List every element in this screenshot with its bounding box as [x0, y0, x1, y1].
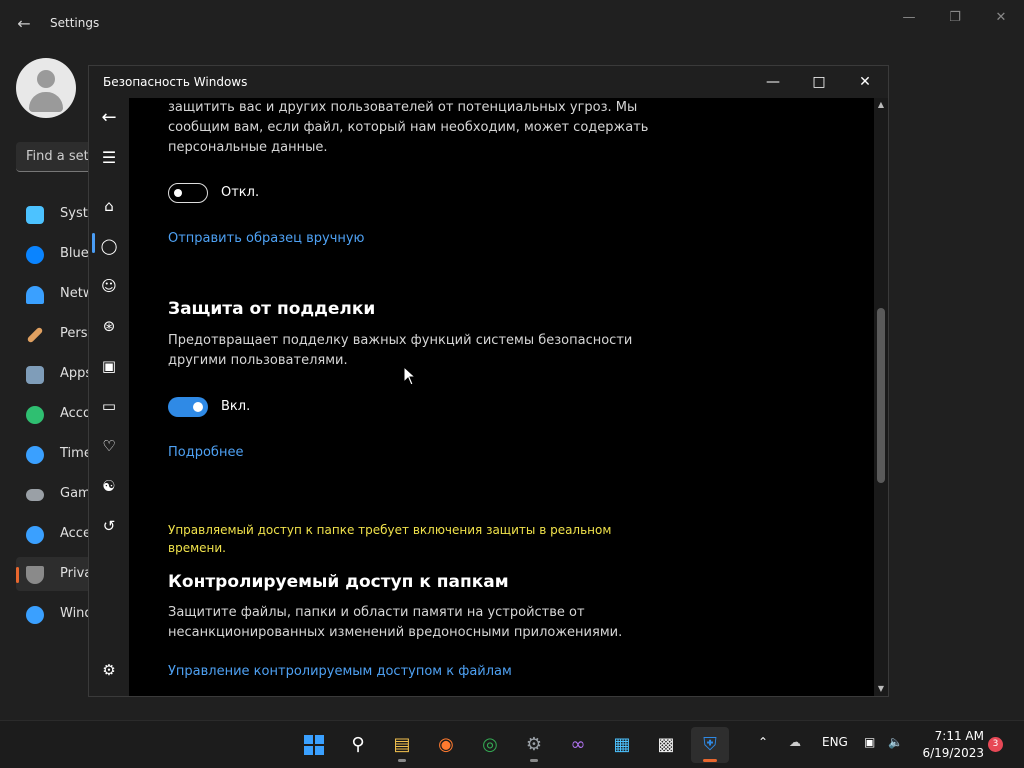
family-options-icon[interactable]: ☯: [97, 474, 121, 498]
store-icon[interactable]: ▩: [647, 727, 685, 763]
clock-time[interactable]: 7:11 AM: [922, 729, 984, 743]
avatar-body-shape: [29, 92, 63, 112]
notepad-icon[interactable]: ▦: [603, 727, 641, 763]
file-explorer-icon[interactable]: ▤: [383, 727, 421, 763]
firewall-network-icon[interactable]: ⊛: [97, 314, 121, 338]
nav-label: Gam: [60, 486, 91, 501]
tamper-toggle-label: Вкл.: [221, 399, 251, 414]
gear-icon[interactable]: ⚙: [97, 658, 121, 682]
windows-security-window: Безопасность Windows — □ ✕ ← ☰ ⌂ ◯ ☺ ⊛ ▣…: [88, 65, 889, 697]
device-health-icon[interactable]: ♡: [97, 434, 121, 458]
scroll-down-icon[interactable]: ▼: [874, 682, 888, 696]
running-indicator: [398, 759, 406, 762]
controlled-folder-access-heading: Контролируемый доступ к папкам: [168, 572, 509, 592]
taskbar: ⚲ ▤ ◉ ◎ ⚙ ∞ ▦ ▩ ⛨ ⌃ ☁ ENG ▣ 🔈 7:11 AM 6/…: [0, 720, 1024, 768]
shield-icon[interactable]: ◯: [97, 234, 121, 258]
home-icon[interactable]: ⌂: [97, 194, 121, 218]
clock-date[interactable]: 6/19/2023: [916, 746, 984, 760]
nav-label: Acco: [60, 406, 91, 421]
accounts-icon: [26, 406, 44, 424]
security-window-title: Безопасность Windows: [103, 75, 248, 89]
windows-logo-icon: [304, 735, 324, 755]
firefox-icon[interactable]: ◉: [427, 727, 465, 763]
back-arrow-icon[interactable]: ←: [14, 14, 34, 34]
scroll-up-icon[interactable]: ▲: [874, 98, 888, 112]
intro-text: защитить вас и других пользователей от п…: [168, 100, 649, 155]
notification-badge[interactable]: 3: [988, 737, 1003, 752]
accessibility-icon: [26, 526, 44, 544]
visual-studio-icon[interactable]: ∞: [559, 727, 597, 763]
personalization-icon: [26, 326, 44, 344]
gaming-icon: [26, 489, 44, 501]
sample-submission-toggle[interactable]: [168, 183, 208, 203]
network-icon: [26, 286, 44, 304]
manage-controlled-access-link[interactable]: Управление контролируемым доступом к фай…: [168, 664, 512, 679]
settings-titlebar: ← Settings — ❐ ✕: [0, 0, 1024, 48]
bluetooth-icon: [26, 246, 44, 264]
controlled-folder-access-description: Защитите файлы, папки и области памяти н…: [168, 605, 623, 640]
language-indicator[interactable]: ENG: [822, 735, 848, 749]
submit-sample-link[interactable]: Отправить образец вручную: [168, 231, 365, 246]
close-icon[interactable]: ✕: [978, 6, 1024, 30]
active-indicator: [92, 233, 95, 253]
security-content: защитить вас и других пользователей от п…: [129, 98, 874, 696]
back-arrow-icon[interactable]: ←: [97, 106, 121, 130]
nav-label: Acce: [60, 526, 91, 541]
chevron-up-icon[interactable]: ⌃: [758, 735, 768, 749]
running-indicator: [530, 759, 538, 762]
sample-toggle-label: Откл.: [221, 185, 260, 200]
windows-update-icon: [26, 606, 44, 624]
nav-label: Blue: [60, 246, 89, 261]
settings-title: Settings: [50, 16, 100, 30]
restore-icon[interactable]: ❐: [932, 6, 978, 30]
search-icon[interactable]: ⚲: [339, 727, 377, 763]
apps-icon: [26, 366, 44, 384]
running-indicator: [703, 759, 717, 762]
minimize-icon[interactable]: —: [750, 66, 796, 98]
time-language-icon: [26, 446, 44, 464]
mouse-cursor-icon: [403, 366, 417, 386]
vertical-scrollbar[interactable]: ▲ ▼: [874, 98, 888, 696]
maximize-icon[interactable]: □: [796, 66, 842, 98]
start-windows-icon[interactable]: [295, 727, 333, 763]
tamper-protection-description: Предотвращает подделку важных функций си…: [168, 333, 633, 368]
account-protection-icon[interactable]: ☺: [97, 274, 121, 298]
device-security-icon[interactable]: ▭: [97, 394, 121, 418]
warning-message: Управляемый доступ к папке требует включ…: [168, 523, 612, 555]
protection-history-icon[interactable]: ↺: [97, 514, 121, 538]
tamper-protection-toggle[interactable]: [168, 397, 208, 417]
system-icon: [26, 206, 44, 224]
settings-gear-icon[interactable]: ⚙: [515, 727, 553, 763]
security-titlebar: Безопасность Windows — □ ✕: [89, 66, 888, 98]
close-icon[interactable]: ✕: [842, 66, 888, 98]
scroll-thumb[interactable]: [877, 308, 885, 483]
volume-icon[interactable]: 🔈: [888, 735, 903, 749]
chrome-icon[interactable]: ◎: [471, 727, 509, 763]
network-status-icon[interactable]: ▣: [864, 735, 875, 749]
learn-more-link[interactable]: Подробнее: [168, 445, 243, 460]
user-avatar[interactable]: [16, 58, 76, 118]
minimize-icon[interactable]: —: [886, 6, 932, 30]
hamburger-menu-icon[interactable]: ☰: [97, 146, 121, 170]
avatar-head-shape: [37, 70, 55, 88]
app-browser-control-icon[interactable]: ▣: [97, 354, 121, 378]
windows-security-taskbar-icon[interactable]: ⛨: [691, 727, 729, 763]
tamper-protection-heading: Защита от подделки: [168, 299, 376, 319]
security-sidebar: ← ☰ ⌂ ◯ ☺ ⊛ ▣ ▭ ♡ ☯ ↺ ⚙: [89, 98, 129, 696]
privacy-shield-icon: [26, 566, 44, 584]
onedrive-offline-icon[interactable]: ☁: [789, 735, 801, 749]
